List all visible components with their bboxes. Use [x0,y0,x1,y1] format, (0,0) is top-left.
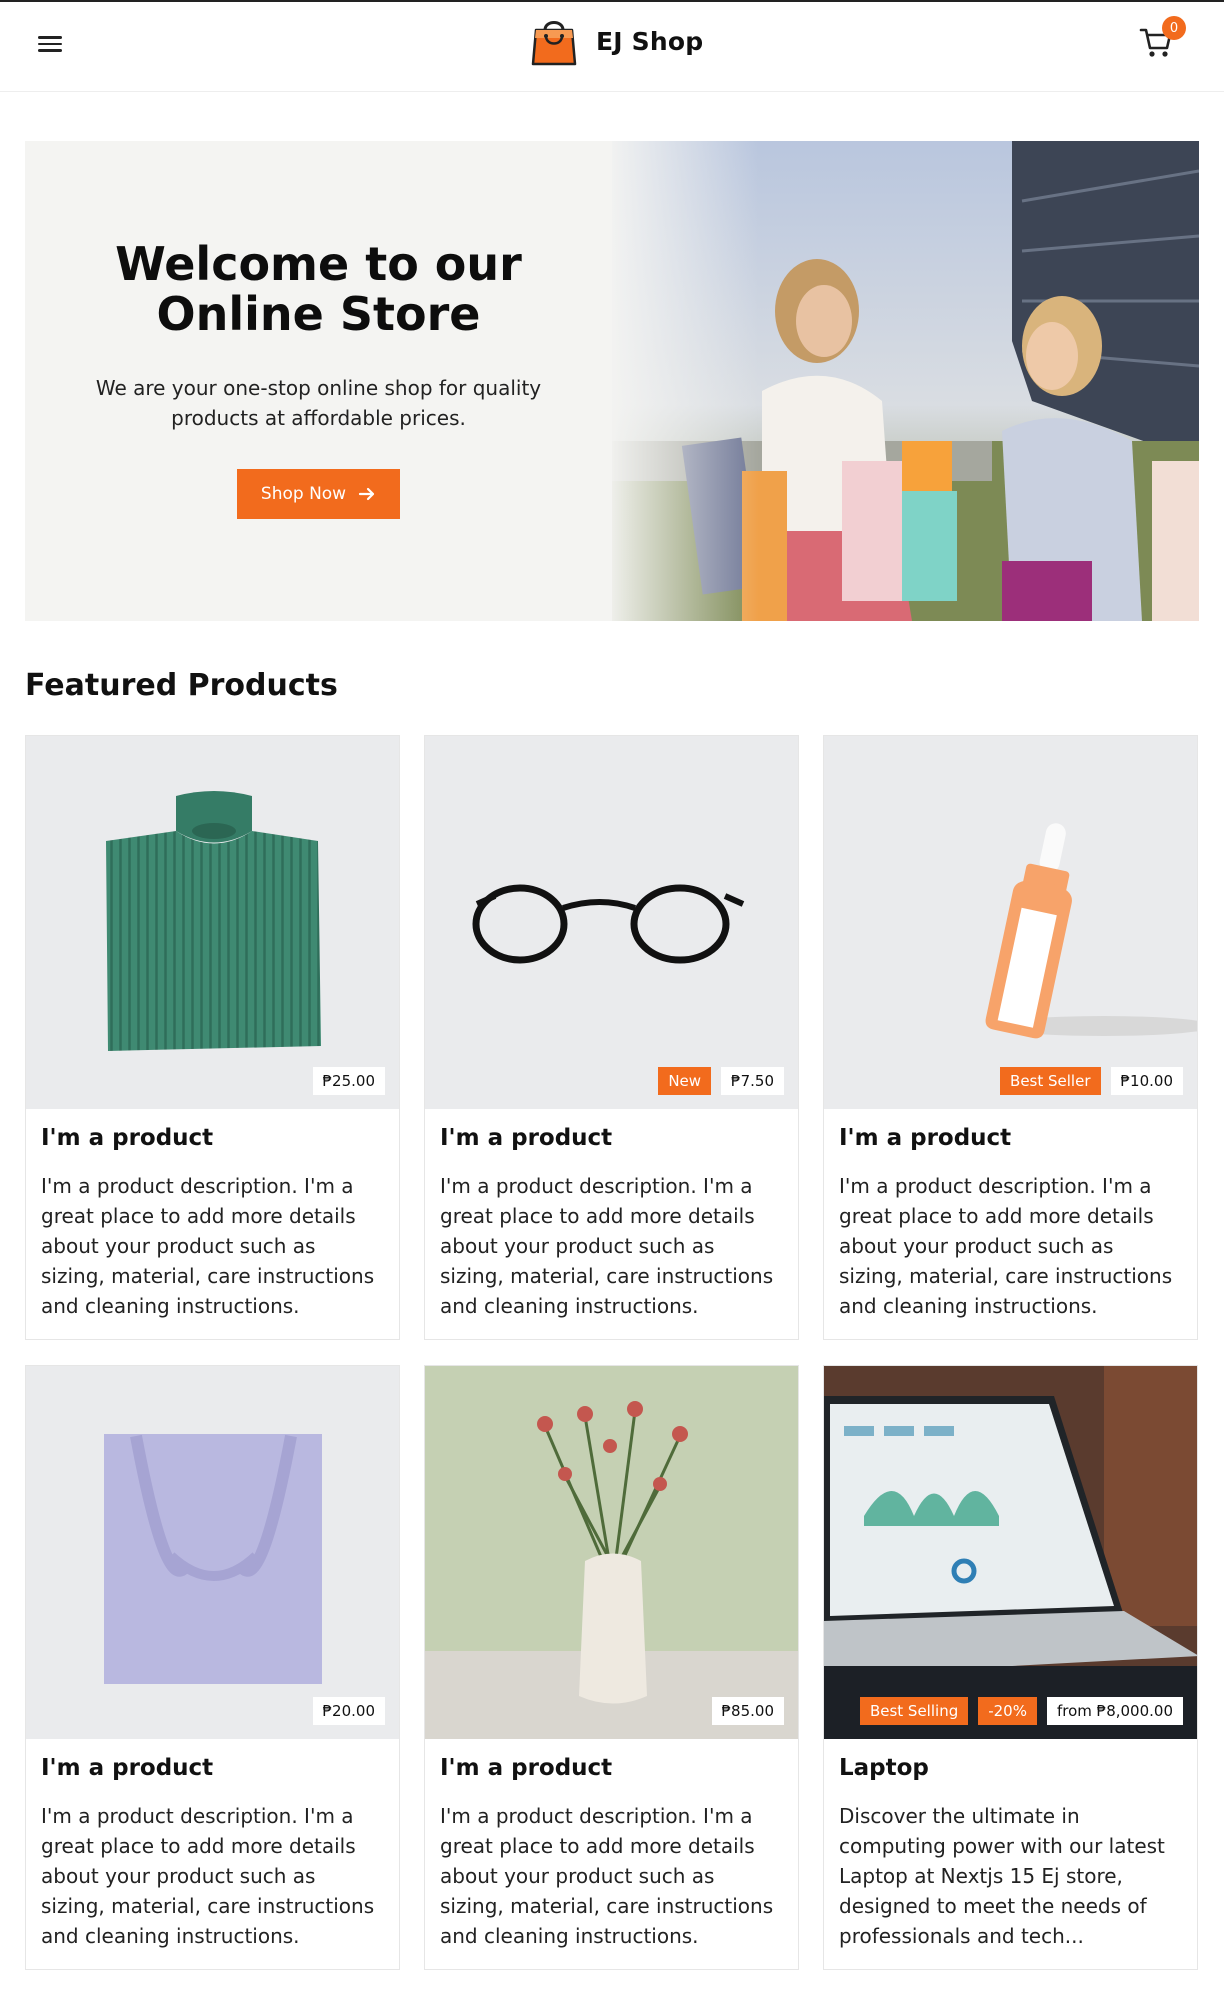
hero-text-panel: Welcome to our Online Store We are your … [25,141,612,621]
price-tag: ₱7.50 [721,1067,784,1095]
product-card[interactable]: ₱25.00 I'm a product I'm a product descr… [25,735,400,1340]
featured-products-title: Featured Products [25,668,338,703]
brand-name: EJ Shop [596,26,704,56]
product-title: I'm a product [41,1755,214,1781]
hero-image-women-shopping [612,141,1199,621]
product-description: I'm a product description. I'm a great p… [41,1174,375,1318]
best-selling-badge: Best Selling [859,1697,969,1725]
hero-subtitle: We are your one-stop online shop for qua… [95,376,542,430]
price-tag: from ₱8,000.00 [1046,1697,1183,1725]
product-image-green-sweater: ₱25.00 [26,736,399,1109]
hero-title-line1: Welcome to our [115,237,522,291]
product-title: I'm a product [440,1125,613,1151]
product-description: I'm a product description. I'm a great p… [440,1804,774,1948]
product-image-flower-vase: ₱85.00 [425,1366,798,1739]
cart-count-badge: 0 [1162,16,1186,40]
product-title: I'm a product [839,1125,1012,1151]
product-title: I'm a product [41,1125,214,1151]
product-description: I'm a product description. I'm a great p… [440,1174,774,1318]
arrow-right-icon [358,487,375,501]
product-image-serum-bottle: Best Seller ₱10.00 [824,736,1197,1109]
product-title: I'm a product [440,1755,613,1781]
product-description: I'm a product description. I'm a great p… [839,1174,1173,1318]
product-image-tote-bag: ₱20.00 [26,1366,399,1739]
product-title: Laptop [839,1755,929,1781]
product-description: I'm a product description. I'm a great p… [41,1804,375,1948]
price-tag: ₱25.00 [312,1067,385,1095]
product-card[interactable]: Best Seller ₱10.00 I'm a product I'm a p… [823,735,1198,1340]
brand[interactable]: EJ Shop [530,16,703,66]
hero-title: Welcome to our Online Store [115,239,522,339]
hamburger-menu-icon[interactable] [38,32,62,56]
best-seller-badge: Best Seller [1000,1067,1101,1095]
hero-title-line2: Online Store [156,287,481,341]
product-description: Discover the ultimate in computing power… [839,1804,1165,1948]
product-image-laptop: Best Selling -20% from ₱8,000.00 [824,1366,1197,1739]
cart-button[interactable]: 0 [1138,16,1186,64]
price-tag: ₱10.00 [1110,1067,1183,1095]
hero-banner: Welcome to our Online Store We are your … [25,141,1199,621]
price-tag: ₱20.00 [312,1697,385,1725]
top-navigation-bar: EJ Shop 0 [0,0,1224,92]
shopping-bag-logo-icon [531,21,577,66]
product-card[interactable]: New ₱7.50 I'm a product I'm a product de… [424,735,799,1340]
product-card[interactable]: Best Selling -20% from ₱8,000.00 Laptop … [823,1365,1198,1970]
shop-now-label: Shop Now [260,484,347,504]
product-grid: ₱25.00 I'm a product I'm a product descr… [25,735,1199,1970]
product-card[interactable]: ₱85.00 I'm a product I'm a product descr… [424,1365,799,1970]
product-card[interactable]: ₱20.00 I'm a product I'm a product descr… [25,1365,400,1970]
new-badge: New [658,1067,712,1095]
price-tag: ₱85.00 [711,1697,784,1725]
shop-now-button[interactable]: Shop Now [237,469,400,519]
product-image-eyeglasses: New ₱7.50 [425,736,798,1109]
discount-badge: -20% [978,1697,1037,1725]
